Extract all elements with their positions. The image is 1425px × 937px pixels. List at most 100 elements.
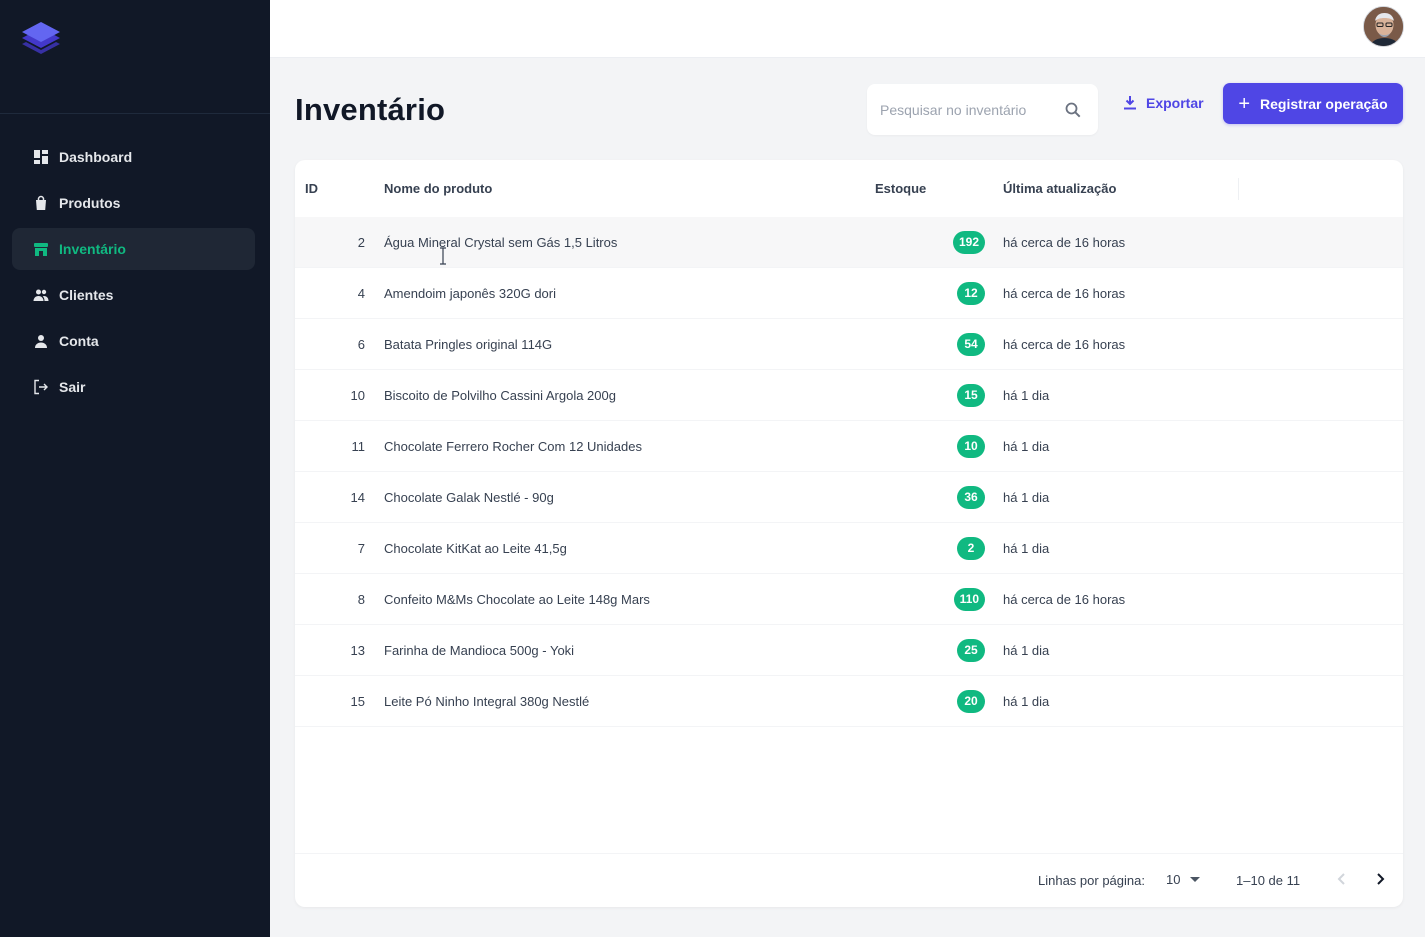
cell-updated: há cerca de 16 horas xyxy=(1003,591,1126,607)
pagination: Linhas por página: 10 1–10 de 11 xyxy=(295,854,1403,907)
cell-name: Chocolate KitKat ao Leite 41,5g xyxy=(384,540,567,556)
dashboard-icon xyxy=(33,149,49,165)
register-label: Registrar operação xyxy=(1260,95,1388,112)
search-input[interactable] xyxy=(880,101,1060,118)
sidebar-item-label: Inventário xyxy=(59,241,126,257)
cell-updated: há cerca de 16 horas xyxy=(1003,336,1126,352)
stock-badge: 12 xyxy=(957,281,985,305)
cell-name: Farinha de Mandioca 500g - Yoki xyxy=(384,642,575,658)
sidebar-item-label: Clientes xyxy=(59,287,114,303)
column-separator xyxy=(1238,178,1239,200)
export-label: Exportar xyxy=(1146,95,1204,111)
page-title: Inventário xyxy=(295,92,446,127)
cell-name: Amendoim japonês 320G dori xyxy=(384,285,556,301)
cell-id: 4 xyxy=(357,285,365,301)
search-icon[interactable] xyxy=(1064,101,1082,119)
cell-name: Leite Pó Ninho Integral 380g Nestlé xyxy=(384,693,590,709)
export-button[interactable]: Exportar xyxy=(1114,86,1212,120)
cell-updated: há cerca de 16 horas xyxy=(1003,234,1126,250)
caret-down-icon xyxy=(1190,877,1201,882)
cell-updated: há 1 dia xyxy=(1003,540,1050,556)
cell-name: Confeito M&Ms Chocolate ao Leite 148g Ma… xyxy=(384,591,650,607)
sidebar-item-label: Sair xyxy=(59,379,86,395)
chevron-right-icon xyxy=(1377,873,1385,885)
cell-updated: há 1 dia xyxy=(1003,693,1050,709)
cell-id: 11 xyxy=(351,438,366,454)
table-row[interactable]: 8 Confeito M&Ms Chocolate ao Leite 148g … xyxy=(295,574,1403,625)
cell-name: Chocolate Ferrero Rocher Com 12 Unidades xyxy=(384,438,642,454)
sidebar-item-produtos[interactable]: Produtos xyxy=(12,182,255,224)
logo[interactable] xyxy=(18,20,64,60)
sidebar-item-sair[interactable]: Sair xyxy=(12,366,255,408)
cell-updated: há 1 dia xyxy=(1003,387,1050,403)
stock-badge: 25 xyxy=(957,638,985,662)
cell-updated: há cerca de 16 horas xyxy=(1003,285,1126,301)
stock-badge: 2 xyxy=(957,536,985,560)
table-row[interactable]: 13 Farinha de Mandioca 500g - Yoki 25 há… xyxy=(295,625,1403,676)
shopping-bag-icon xyxy=(33,195,49,211)
rows-per-page-label: Linhas por página: xyxy=(1038,873,1145,888)
cell-id: 2 xyxy=(357,234,365,250)
sidebar-item-label: Conta xyxy=(59,333,99,349)
stock-badge: 110 xyxy=(953,587,985,611)
rows-per-page-value: 10 xyxy=(1166,872,1181,887)
cell-id: 13 xyxy=(350,642,365,658)
cell-name: Água Mineral Crystal sem Gás 1,5 Litros xyxy=(384,234,618,250)
table-row[interactable]: 14 Chocolate Galak Nestlé - 90g 36 há 1 … xyxy=(295,472,1403,523)
stock-badge: 10 xyxy=(957,434,985,458)
cell-name: Chocolate Galak Nestlé - 90g xyxy=(384,489,554,505)
sidebar-item-clientes[interactable]: Clientes xyxy=(12,274,255,316)
table-row[interactable]: 2 Água Mineral Crystal sem Gás 1,5 Litro… xyxy=(295,217,1403,268)
cell-id: 10 xyxy=(350,387,365,403)
previous-page-button[interactable] xyxy=(1332,869,1352,889)
table-body: 2 Água Mineral Crystal sem Gás 1,5 Litro… xyxy=(295,217,1403,727)
register-operation-button[interactable]: + Registrar operação xyxy=(1223,83,1403,124)
table-row[interactable]: 7 Chocolate KitKat ao Leite 41,5g 2 há 1… xyxy=(295,523,1403,574)
sidebar-divider xyxy=(0,113,270,114)
plus-icon: + xyxy=(1238,92,1251,115)
chevron-left-icon xyxy=(1337,873,1345,885)
cell-name: Batata Pringles original 114G xyxy=(384,336,553,352)
cell-name: Biscoito de Polvilho Cassini Argola 200g xyxy=(384,387,616,403)
cell-updated: há 1 dia xyxy=(1003,642,1050,658)
rows-per-page-select[interactable]: 10 xyxy=(1166,872,1201,887)
stock-badge: 54 xyxy=(957,332,985,356)
next-page-button[interactable] xyxy=(1370,869,1390,889)
cell-updated: há 1 dia xyxy=(1003,489,1050,505)
layers-logo-icon xyxy=(22,22,60,54)
sidebar-nav: Dashboard Produtos Inventário Clientes C… xyxy=(12,136,255,412)
avatar[interactable] xyxy=(1363,6,1404,47)
column-header-stock[interactable]: Estoque xyxy=(875,181,926,196)
search-box[interactable] xyxy=(867,84,1098,135)
topbar xyxy=(270,0,1425,58)
cell-id: 7 xyxy=(357,540,365,556)
sidebar-item-inventario[interactable]: Inventário xyxy=(12,228,255,270)
sidebar: Dashboard Produtos Inventário Clientes C… xyxy=(0,0,270,937)
cell-id: 15 xyxy=(350,693,365,709)
table-row[interactable]: 15 Leite Pó Ninho Integral 380g Nestlé 2… xyxy=(295,676,1403,727)
user-icon xyxy=(33,333,49,349)
stock-badge: 15 xyxy=(957,383,985,407)
sidebar-item-label: Produtos xyxy=(59,195,121,211)
column-header-name[interactable]: Nome do produto xyxy=(384,181,492,196)
cell-updated: há 1 dia xyxy=(1003,438,1050,454)
column-header-updated[interactable]: Última atualização xyxy=(1003,181,1116,196)
sidebar-item-dashboard[interactable]: Dashboard xyxy=(12,136,255,178)
sidebar-item-conta[interactable]: Conta xyxy=(12,320,255,362)
download-icon xyxy=(1122,95,1138,111)
text-cursor-icon xyxy=(438,247,448,265)
table-row[interactable]: 4 Amendoim japonês 320G dori 12 há cerca… xyxy=(295,268,1403,319)
cell-id: 14 xyxy=(350,489,365,505)
logout-icon xyxy=(33,379,49,395)
cell-id: 6 xyxy=(357,336,365,352)
table-header: ID Nome do produto Estoque Última atuali… xyxy=(295,160,1403,217)
inventory-table-card: ID Nome do produto Estoque Última atuali… xyxy=(295,160,1403,907)
stock-badge: 192 xyxy=(952,230,985,254)
table-row[interactable]: 11 Chocolate Ferrero Rocher Com 12 Unida… xyxy=(295,421,1403,472)
table-row[interactable]: 6 Batata Pringles original 114G 54 há ce… xyxy=(295,319,1403,370)
stock-badge: 20 xyxy=(957,689,985,713)
store-icon xyxy=(33,241,49,257)
column-header-id[interactable]: ID xyxy=(305,181,318,196)
cell-id: 8 xyxy=(357,591,365,607)
table-row[interactable]: 10 Biscoito de Polvilho Cassini Argola 2… xyxy=(295,370,1403,421)
